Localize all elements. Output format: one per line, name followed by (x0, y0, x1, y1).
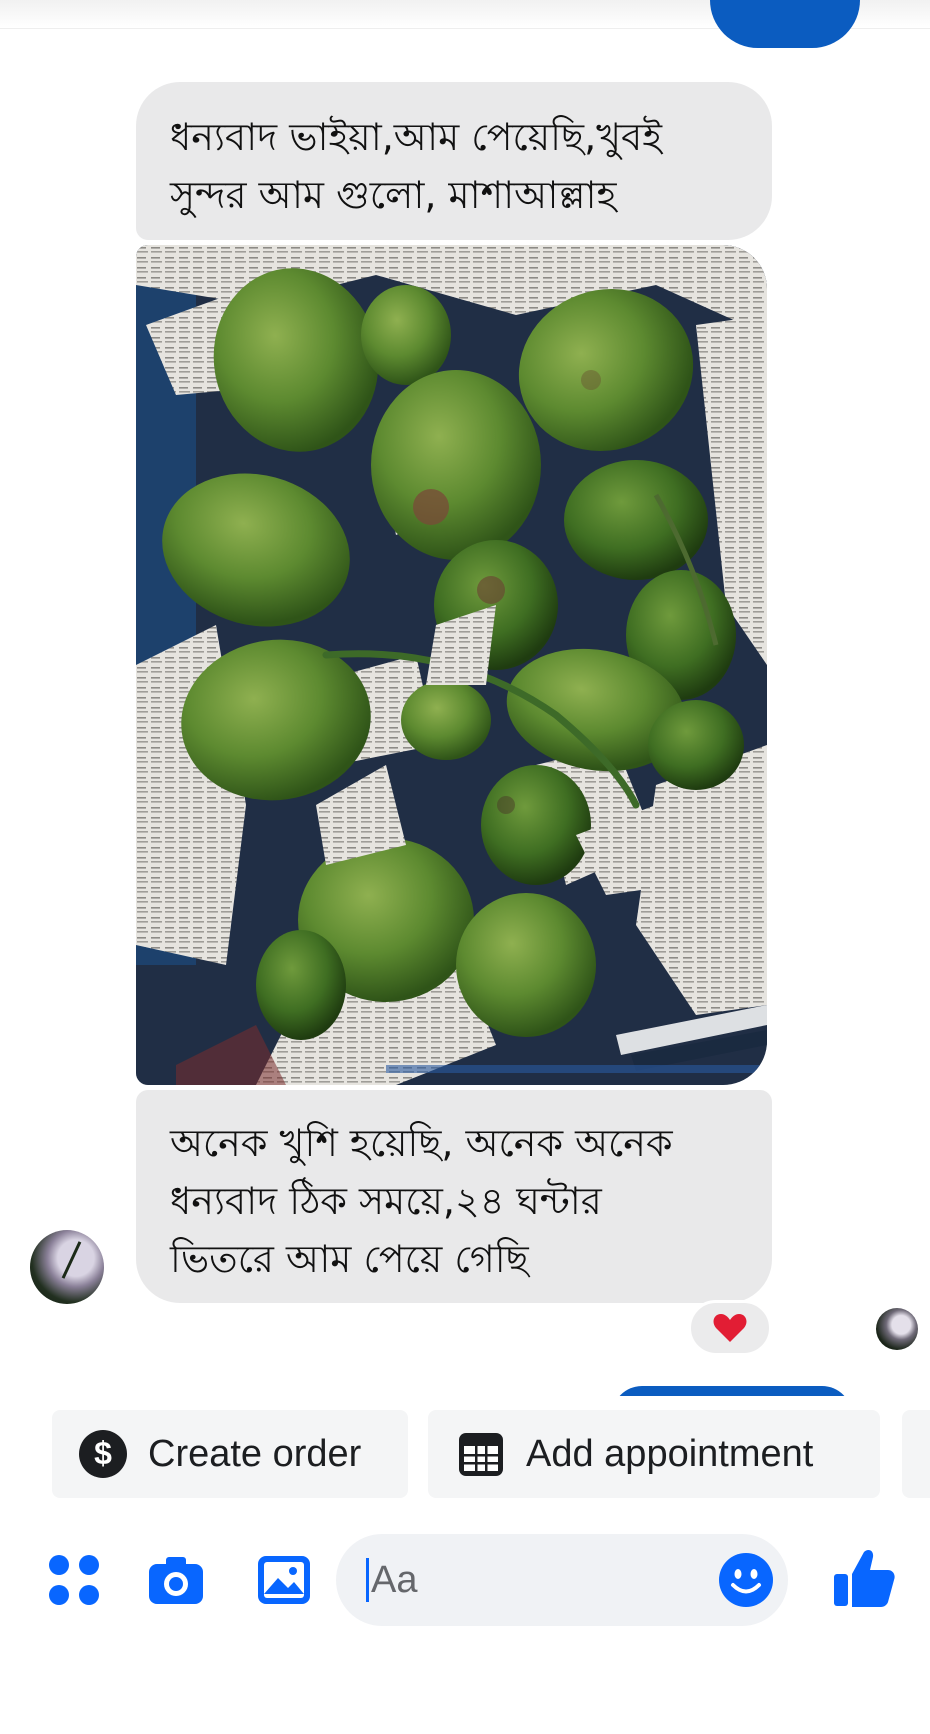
message-input[interactable]: Aa (336, 1534, 788, 1626)
message-composer: Aa (0, 1530, 930, 1630)
mango-photo[interactable] (136, 245, 767, 1085)
contact-avatar[interactable] (30, 1230, 104, 1304)
message-input-placeholder: Aa (371, 1558, 418, 1601)
dollar-icon: $ (79, 1430, 127, 1478)
add-appointment-label: Add appointment (526, 1432, 814, 1475)
camera-icon[interactable] (146, 1550, 206, 1610)
received-message-2[interactable]: অনেক খুশি হয়েছি, অনেক অনেক ধন্যবাদ ঠিক … (136, 1090, 772, 1303)
more-quick-actions-chip[interactable] (902, 1410, 930, 1498)
quick-actions-bar: $ Create order Add appointment (0, 1410, 930, 1500)
add-appointment-button[interactable]: Add appointment (428, 1410, 880, 1498)
create-order-label: Create order (148, 1432, 362, 1475)
sent-message-bubble-partial[interactable] (710, 0, 860, 48)
heart-icon (713, 1314, 747, 1342)
messenger-thread: ধন্যবাদ ভাইয়া,আম পেয়েছি,খুবই সুন্দর আম… (0, 0, 930, 1734)
text-caret (366, 1558, 369, 1602)
calendar-icon (459, 1433, 503, 1476)
menu-dots-icon[interactable] (44, 1550, 104, 1610)
heart-reaction[interactable] (688, 1300, 772, 1356)
svg-text:$: $ (94, 1435, 112, 1471)
thumbs-up-icon[interactable] (830, 1544, 898, 1612)
gallery-icon[interactable] (254, 1550, 314, 1610)
seen-receipt-avatar (876, 1308, 918, 1350)
emoji-icon[interactable] (718, 1552, 774, 1608)
create-order-button[interactable]: $ Create order (52, 1410, 408, 1498)
received-message-1[interactable]: ধন্যবাদ ভাইয়া,আম পেয়েছি,খুবই সুন্দর আম… (136, 82, 772, 240)
thread-bottom-fade (0, 1396, 930, 1410)
